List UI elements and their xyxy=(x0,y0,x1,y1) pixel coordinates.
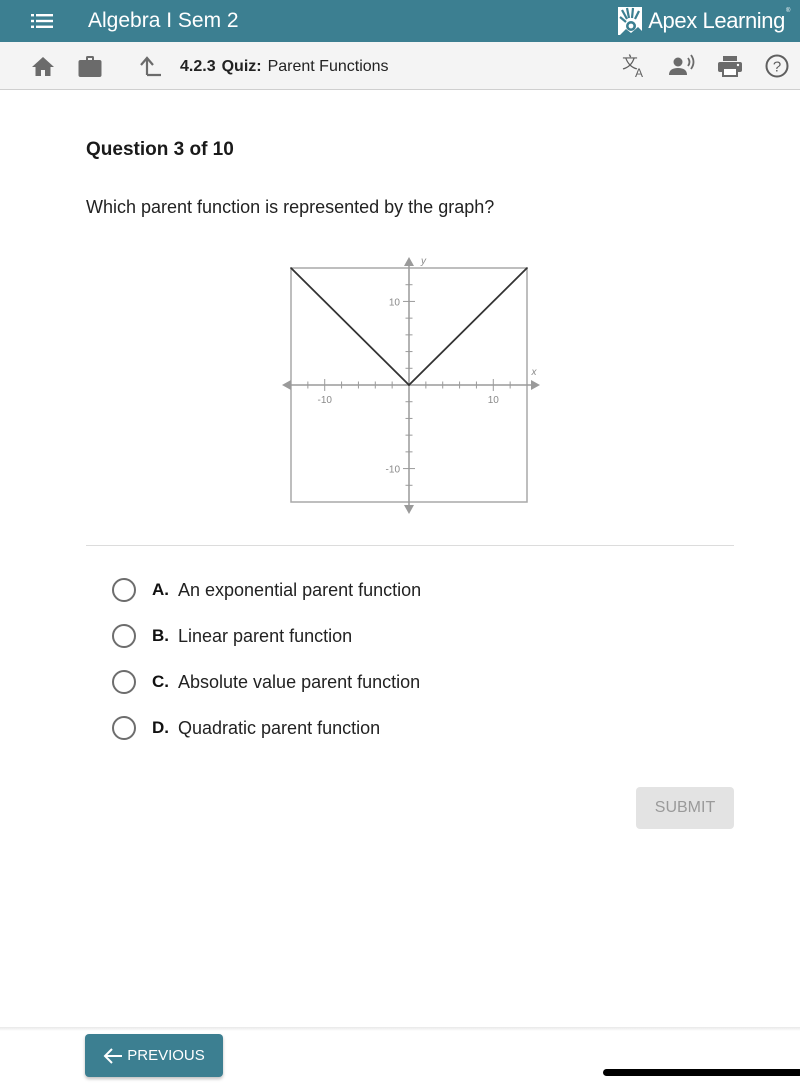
choice-letter: A. xyxy=(152,580,169,599)
radio-button[interactable] xyxy=(112,578,136,602)
menu-icon[interactable] xyxy=(31,12,53,30)
x-axis-label: x xyxy=(531,367,538,378)
brand-logo[interactable]: Apex Learning® xyxy=(618,5,790,37)
radio-button[interactable] xyxy=(112,670,136,694)
choice-letter: C. xyxy=(152,672,169,691)
series-point xyxy=(526,267,528,269)
read-aloud-icon[interactable] xyxy=(668,54,696,78)
activity-toolbar: 4.2.3 Quiz: Parent Functions 文 A ? xyxy=(0,42,800,90)
choice-a[interactable]: A. An exponential parent function xyxy=(112,576,421,604)
up-arrow-icon[interactable] xyxy=(138,54,164,78)
app-header: Algebra I Sem 2 Apex Learning® xyxy=(0,0,800,42)
translate-icon[interactable]: 文 A xyxy=(621,54,649,78)
choice-letter: D. xyxy=(152,718,169,737)
radio-button[interactable] xyxy=(112,624,136,648)
course-title: Algebra I Sem 2 xyxy=(88,9,239,32)
breadcrumb: 4.2.3 Quiz: Parent Functions xyxy=(180,57,389,77)
x-tick-label: -10 xyxy=(317,395,332,406)
home-icon[interactable] xyxy=(30,54,56,78)
choice-d[interactable]: D. Quadratic parent function xyxy=(112,714,380,742)
question-counter: Question 3 of 10 xyxy=(86,139,234,160)
x-axis-arrow-left xyxy=(282,380,291,390)
help-icon[interactable]: ? xyxy=(764,54,790,78)
choice-text: An exponential parent function xyxy=(178,579,422,600)
function-graph: -10 10 10 -10 y x xyxy=(282,256,540,514)
section-number: 4.2.3 xyxy=(180,58,216,75)
submit-button[interactable]: SUBMIT xyxy=(636,787,734,829)
home-indicator xyxy=(603,1069,800,1076)
brand-name: Apex Learning® xyxy=(648,8,790,33)
previous-label: PREVIOUS xyxy=(127,1047,205,1064)
y-tick-label: 10 xyxy=(389,297,401,308)
y-axis-arrow-down xyxy=(404,505,414,514)
svg-text:?: ? xyxy=(773,59,781,76)
choice-text: Quadratic parent function xyxy=(178,717,381,738)
svg-text:A: A xyxy=(635,66,643,78)
activity-type: Quiz: xyxy=(221,58,262,75)
print-icon[interactable] xyxy=(717,54,743,78)
y-axis-label: y xyxy=(420,256,427,267)
x-tick-label: 10 xyxy=(488,395,500,406)
choice-b[interactable]: B. Linear parent function xyxy=(112,622,352,650)
y-axis-arrow-up xyxy=(404,257,414,266)
previous-button[interactable]: PREVIOUS xyxy=(85,1034,223,1077)
choice-c[interactable]: C. Absolute value parent function xyxy=(112,668,420,696)
footer-divider xyxy=(0,1027,800,1031)
arrow-left-icon xyxy=(103,1047,123,1064)
divider xyxy=(86,545,734,546)
y-tick-label: -10 xyxy=(386,465,401,476)
radio-button[interactable] xyxy=(112,716,136,740)
apex-logo-icon xyxy=(618,7,643,35)
activity-name: Parent Functions xyxy=(267,58,389,75)
choice-letter: B. xyxy=(152,626,169,645)
choice-text: Absolute value parent function xyxy=(178,671,421,692)
x-axis-arrow-right xyxy=(531,380,540,390)
briefcase-icon[interactable] xyxy=(77,54,103,78)
series-point xyxy=(408,384,410,386)
series-point xyxy=(290,267,292,269)
question-prompt: Which parent function is represented by … xyxy=(86,197,495,217)
choice-text: Linear parent function xyxy=(178,625,353,646)
